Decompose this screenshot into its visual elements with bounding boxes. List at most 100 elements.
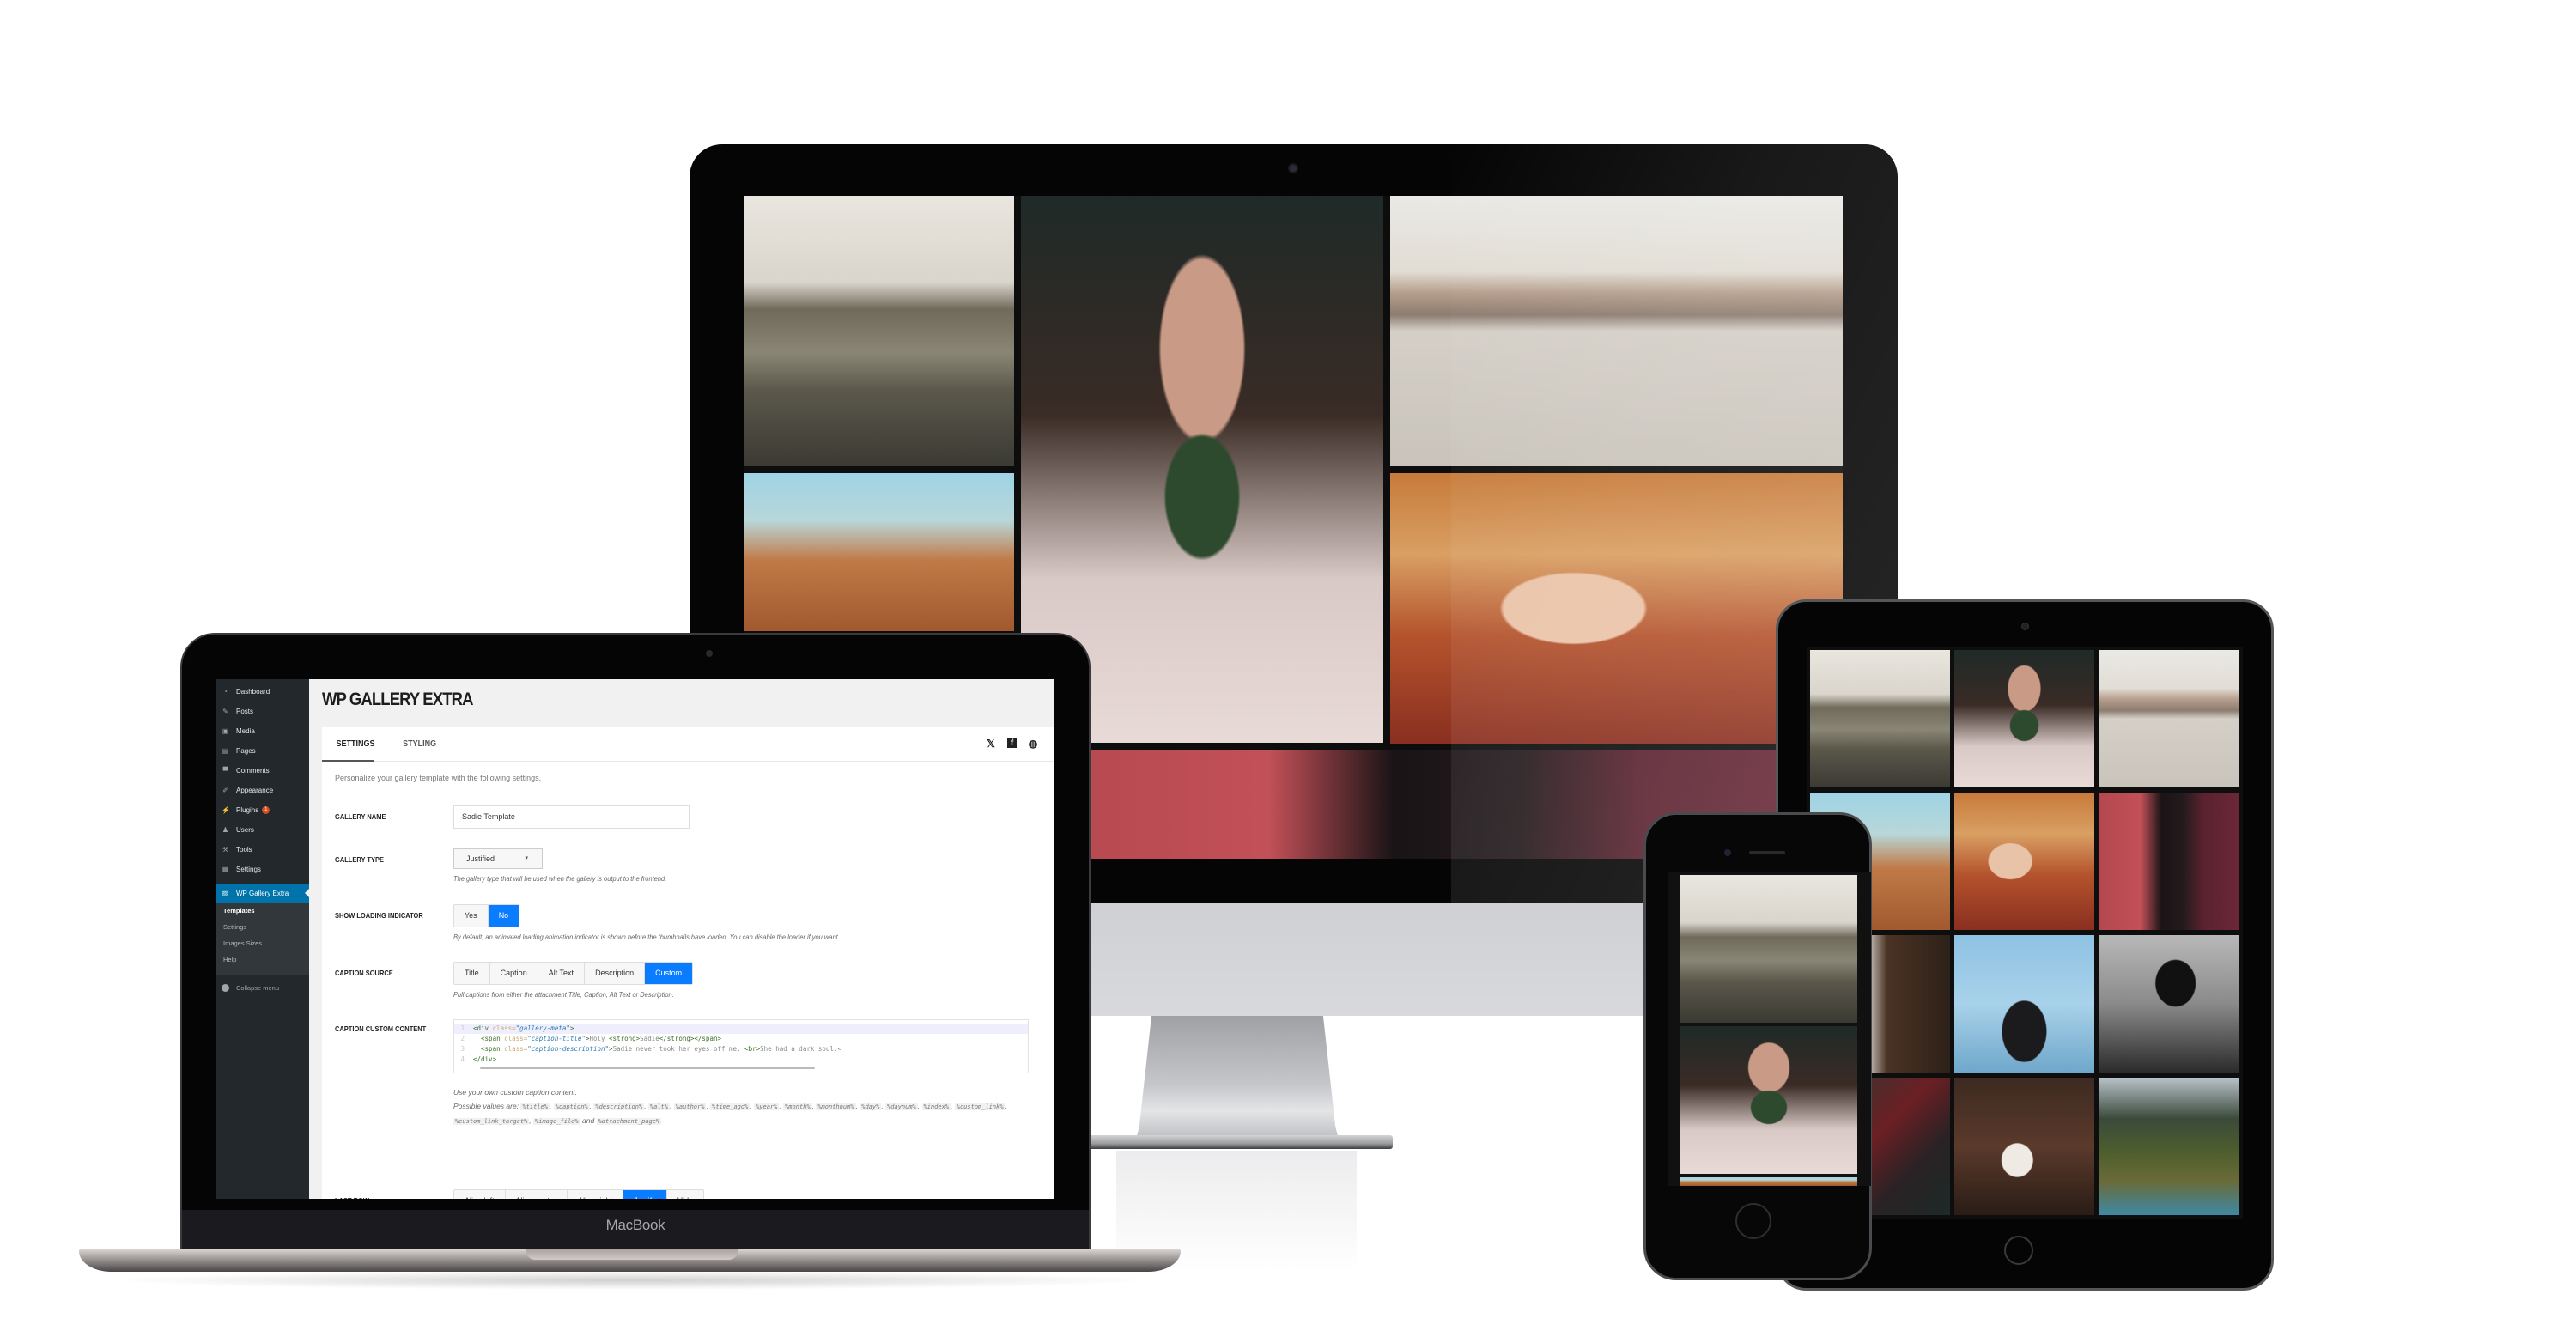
option-custom-button[interactable]: Custom xyxy=(645,963,693,984)
option-no-button[interactable]: No xyxy=(488,905,519,927)
collapse-menu-button[interactable]: Collapse menu xyxy=(216,984,309,992)
ipad-photo-girl-leaf[interactable] xyxy=(1954,650,2094,787)
line-number: 2 xyxy=(460,1035,465,1042)
ipad-home-button[interactable] xyxy=(2004,1236,2033,1265)
sidebar-item-plugins[interactable]: ⚡ Plugins 1 xyxy=(216,805,309,816)
wp-admin-sidebar: ◔ Dashboard ✎ Posts ▣ Media ▤ Pages ▀ Comments ✐ Ap… xyxy=(216,679,309,1199)
gallery-name-label: GALLERY NAME xyxy=(335,812,386,821)
ipad-photo-cliff-woman-flag[interactable] xyxy=(1810,650,1950,787)
collapse-menu-label: Collapse menu xyxy=(236,984,280,992)
code-token: <span xyxy=(481,1045,505,1053)
tab-settings[interactable]: SETTINGS xyxy=(325,727,386,762)
line-number: 3 xyxy=(460,1045,465,1053)
imac-photo-cliff-woman-flag[interactable] xyxy=(744,196,1014,466)
submenu-templates[interactable]: Templates xyxy=(223,907,309,916)
caption-source-help: Pull captions from either the attachment… xyxy=(453,990,674,999)
brush-icon: ✐ xyxy=(222,787,228,794)
tab-bar: SETTINGS STYLING 𝕏 f ◍ xyxy=(322,727,1054,762)
caption-variable: %custom_link% xyxy=(954,1103,1005,1110)
caption-variable: %title% xyxy=(520,1103,550,1110)
code-token: Sadie xyxy=(640,1035,659,1042)
sidebar-item-dashboard[interactable]: ◔ Dashboard xyxy=(216,686,309,697)
facebook-icon[interactable]: f xyxy=(1007,738,1017,748)
sidebar-item-settings[interactable]: ▦ Settings xyxy=(216,864,309,875)
code-token: class= xyxy=(492,1024,516,1032)
code-token: "gallery-meta" xyxy=(515,1024,570,1032)
ipad-photo-feet-over-mountain-valley[interactable] xyxy=(2099,1078,2239,1215)
sidebar-item-posts[interactable]: ✎ Posts xyxy=(216,706,309,717)
settings-icon: ▦ xyxy=(222,866,229,873)
caption-code-editor[interactable]: 1 <div class= "gallery-meta" >2 <span class… xyxy=(453,1019,1029,1073)
option-align-center-button[interactable]: Align center xyxy=(506,1190,568,1199)
tab-styling[interactable]: STYLING xyxy=(392,727,447,762)
ipad-photo-woman-blue-smoke[interactable] xyxy=(1954,935,2094,1073)
imac-photo-woman-desert-hat[interactable] xyxy=(1390,196,1843,466)
dashboard-icon: ◔ xyxy=(223,688,228,696)
caption-variable: %index% xyxy=(921,1103,951,1110)
social-links: 𝕏 f ◍ xyxy=(985,738,1039,750)
code-token: Holy xyxy=(589,1035,610,1042)
caption-variable: %day% xyxy=(860,1103,882,1110)
last-row-group: Align leftAlign centerAlign rightJustify… xyxy=(453,1189,705,1199)
ipad-photo-woman-forest-looking-up[interactable] xyxy=(1954,1078,2094,1215)
submenu-settings[interactable]: Settings xyxy=(223,923,309,933)
ipad-photo-man-black-hat[interactable] xyxy=(2099,935,2239,1073)
ipad-photo-woman-red-foliage[interactable] xyxy=(2099,793,2239,930)
gallery-name-input[interactable]: Sadie Template xyxy=(453,805,690,829)
caption-variable: %alt% xyxy=(647,1103,670,1110)
imac-photo-woman-windblown-hair[interactable] xyxy=(744,473,1014,631)
ipad-photo-woman-autumn-leaves[interactable] xyxy=(1954,793,2094,930)
gallery-type-select[interactable]: Justified ▾ xyxy=(453,848,543,869)
gallery-type-value: Justified xyxy=(466,854,495,863)
sidebar-item-users[interactable]: ♟ Users xyxy=(216,824,309,836)
sidebar-item-comments[interactable]: ▀ Comments xyxy=(216,765,309,776)
option-description-button[interactable]: Description xyxy=(585,963,646,984)
sidebar-item-tools[interactable]: ⚒ Tools xyxy=(216,844,309,855)
sidebar-item-media[interactable]: ▣ Media xyxy=(216,726,309,737)
caption-variables-list: Possible values are: %title%, %caption%,… xyxy=(453,1102,1007,1125)
globe-icon[interactable]: ◍ xyxy=(1027,738,1039,750)
option-yes-button[interactable]: Yes xyxy=(454,905,489,927)
responsive-devices-mockup: ◔ Dashboard ✎ Posts ▣ Media ▤ Pages ▀ Comments ✐ Ap… xyxy=(0,0,2576,1331)
pin-icon: ✎ xyxy=(222,708,228,715)
iphone-photo-partial-next-image[interactable] xyxy=(1680,1177,1857,1186)
iphone-photo-cliff-woman-flag[interactable] xyxy=(1680,875,1857,1023)
submenu-images-sizes[interactable]: Images Sizes xyxy=(223,939,309,949)
option-align-left-button[interactable]: Align left xyxy=(454,1190,506,1199)
iphone-gallery-screen xyxy=(1668,872,1871,1186)
sidebar-item-label: Tools xyxy=(236,846,252,854)
iphone-home-button[interactable] xyxy=(1735,1203,1771,1239)
sidebar-item-appearance[interactable]: ✐ Appearance xyxy=(216,785,309,796)
ipad-photo-woman-desert-hat[interactable] xyxy=(2099,650,2239,787)
macbook-chin: MacBook xyxy=(182,1210,1089,1251)
plugins-update-badge: 1 xyxy=(262,806,270,814)
option-align-right-button[interactable]: Align right xyxy=(568,1190,624,1199)
code-horizontal-scrollbar[interactable] xyxy=(480,1067,815,1069)
sidebar-item-label: WP Gallery Extra xyxy=(236,889,289,897)
code-token: > xyxy=(569,1024,574,1032)
macbook-screen: ◔ Dashboard ✎ Posts ▣ Media ▤ Pages ▀ Comments ✐ Ap… xyxy=(216,679,1054,1199)
line-number: 1 xyxy=(460,1024,465,1032)
sidebar-item-label: Settings xyxy=(236,866,261,873)
code-line: 2 <span class= "caption-title" > Holy <stro… xyxy=(454,1034,1028,1044)
caption-source-group: Title Caption Alt Text Description Custom xyxy=(453,962,694,985)
option-title-button[interactable]: Title xyxy=(454,963,490,984)
intro-text: Personalize your gallery template with t… xyxy=(335,774,542,782)
imac-photo-woman-autumn-leaves[interactable] xyxy=(1390,473,1843,744)
possible-values-prefix: Possible values are: xyxy=(453,1102,519,1110)
option-justify-button[interactable]: Justify xyxy=(623,1190,667,1199)
comment-icon: ▀ xyxy=(222,767,228,775)
option-hide-button[interactable]: Hide xyxy=(667,1190,704,1199)
iphone-photo-girl-leaf[interactable] xyxy=(1680,1026,1857,1174)
sidebar-item-pages[interactable]: ▤ Pages xyxy=(216,745,309,757)
option-caption-button[interactable]: Caption xyxy=(490,963,538,984)
sidebar-item-label: Users xyxy=(236,826,254,834)
submenu-help[interactable]: Help xyxy=(223,956,309,965)
twitter-icon[interactable]: 𝕏 xyxy=(985,738,997,750)
option-alt-text-button[interactable]: Alt Text xyxy=(538,963,586,984)
sidebar-item-wp-gallery-extra[interactable]: ▨ WP Gallery Extra xyxy=(216,884,309,903)
sidebar-item-label: Dashboard xyxy=(236,688,270,696)
iphone-device xyxy=(1643,812,1872,1280)
ipad-gallery-screen xyxy=(1807,647,2243,1219)
caption-variable: %time_ago% xyxy=(710,1103,750,1110)
